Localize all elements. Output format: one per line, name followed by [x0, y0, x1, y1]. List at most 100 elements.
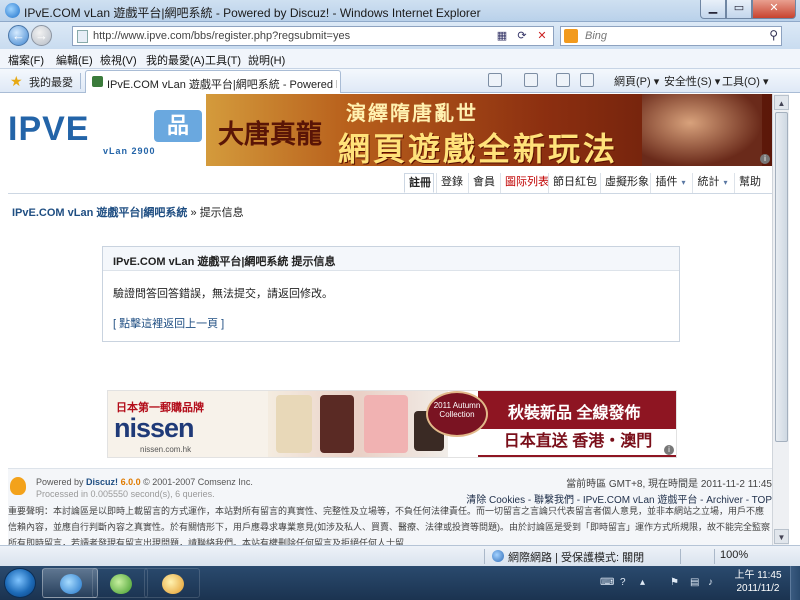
back-link[interactable]: [ 點擊這裡返回上一頁 ] [113, 315, 224, 331]
forward-button[interactable]: → [31, 25, 52, 46]
compat-view-icon[interactable]: ▦ [493, 28, 511, 44]
menu-edit[interactable]: 編輯(E) [56, 52, 93, 68]
favorites-star-icon[interactable]: ★ [10, 73, 23, 90]
browser-tab[interactable]: IPvE.COM vLan 遊戲平台|網吧系統 - Powered b... [85, 70, 341, 93]
discuz-bulb-icon [10, 477, 26, 495]
divider [80, 73, 81, 89]
help-icon[interactable]: ? [620, 577, 626, 588]
ie-logo-icon [5, 3, 20, 18]
flag-icon[interactable]: ⚑ [670, 577, 679, 588]
feeds-icon[interactable] [524, 73, 538, 87]
site-favicon-icon [92, 76, 103, 87]
dress-image [276, 395, 312, 453]
ad-info-icon[interactable]: i [664, 445, 674, 455]
nav-list[interactable]: 圖际列表 [500, 173, 549, 193]
breadcrumb: IPvE.COM vLan 遊戲平台|網吧系統 » 提示信息 [12, 204, 244, 220]
site-banner: IPVE 品 vLan 2900 大唐真龍 演繹隋唐亂世 網頁遊戲全新玩法 i [8, 94, 772, 166]
powered-by: Powered by Discuz! 6.0.0 © 2001-2007 Com… [36, 477, 253, 487]
refresh-icon[interactable]: ⟳ [513, 28, 531, 44]
taskbar: ⌨ ? ▴ ⚑ ▤ ♪ 上午 11:45 2011/11/2 [0, 566, 800, 600]
zoom-level[interactable]: 100% [720, 549, 748, 561]
tab-title: IPvE.COM vLan 遊戲平台|網吧系統 - Powered b... [107, 79, 337, 91]
nav-plugins[interactable]: 插件 ▾ [650, 173, 690, 193]
minimize-button[interactable]: ▁ [700, 0, 726, 19]
breadcrumb-current: 提示信息 [199, 207, 244, 219]
home-icon[interactable] [488, 73, 502, 87]
breadcrumb-home[interactable]: IPvE.COM vLan 遊戲平台|網吧系統 [12, 207, 187, 219]
tools-menu-button[interactable]: 工具(O) ▾ [722, 73, 768, 89]
keyboard-icon[interactable]: ⌨ [600, 577, 614, 588]
divider [714, 549, 715, 564]
game-ad-banner[interactable]: 大唐真龍 演繹隋唐亂世 網頁遊戲全新玩法 i [206, 94, 772, 166]
status-bar: 網際網路 | 受保護模式: 關閉 100% [0, 545, 800, 566]
search-placeholder[interactable]: Bing [585, 30, 607, 42]
tray-chevron-icon[interactable]: ▴ [640, 577, 645, 588]
logo-badge: 品 [154, 110, 202, 142]
internet-zone-icon [492, 550, 504, 562]
page-menu-button[interactable]: 網頁(P) ▾ [614, 73, 659, 89]
taskbar-paint-button[interactable] [144, 568, 200, 598]
menu-help[interactable]: 說明(H) [248, 52, 285, 68]
scroll-up-icon[interactable]: ▲ [774, 95, 789, 110]
ad2-site: nissen.com.hk [140, 445, 192, 454]
security-zone[interactable]: 網際網路 | 受保護模式: 關閉 [508, 549, 644, 565]
close-window-button[interactable]: ✕ [752, 0, 796, 19]
chevron-down-icon: ▾ [681, 178, 686, 187]
safety-menu-button[interactable]: 安全性(S) ▾ [664, 73, 720, 89]
taskbar-messenger-button[interactable] [92, 568, 148, 598]
nissen-logo-panel: 日本第一郵購品牌 nissen nissen.com.hk [108, 391, 268, 457]
ad-character-image [642, 94, 762, 166]
nav-avatar[interactable]: 虛擬形象 [600, 173, 649, 193]
ad2-subline: 日本直送 香港・澳門 [478, 429, 676, 455]
discuz-link[interactable]: Discuz! [86, 477, 118, 487]
vertical-scrollbar[interactable]: ▲ ▼ [772, 94, 789, 545]
address-row: ← → http://www.ipve.com/bbs/register.php… [0, 22, 800, 49]
favorites-label[interactable]: 我的最愛 [29, 74, 73, 90]
taskbar-ie-button[interactable] [42, 568, 98, 598]
ad-info-icon[interactable]: i [760, 154, 770, 164]
shorts-image [320, 395, 354, 453]
menu-tools[interactable]: 工具(T) [205, 52, 241, 68]
nav-help[interactable]: 幫助 [734, 173, 764, 193]
network-icon[interactable]: ▤ [690, 577, 699, 588]
ad-brand: 大唐真龍 [218, 120, 323, 150]
nav-red-packet[interactable]: 節日紅包 [548, 173, 597, 193]
ad-headline-2: 網頁遊戲全新玩法 [338, 130, 619, 166]
clothing-images [268, 391, 448, 457]
page-icon [77, 30, 88, 43]
ad2-text-panel: 秋裝新品 全線發佈 日本直送 香港・澳門 [478, 391, 676, 457]
processed-info: Processed in 0.005550 second(s), 6 queri… [36, 489, 215, 499]
stop-icon[interactable]: ✕ [533, 28, 551, 44]
print-icon[interactable] [580, 73, 594, 87]
maximize-button[interactable]: ▭ [726, 0, 752, 19]
back-button[interactable]: ← [8, 25, 29, 46]
nav-register[interactable]: 註冊 [404, 173, 434, 193]
window-title: IPvE.COM vLan 遊戲平台|網吧系統 - Powered by Dis… [24, 6, 481, 20]
show-desktop-button[interactable] [790, 566, 800, 600]
start-button[interactable] [4, 568, 36, 598]
favorites-bar: ★ 我的最愛 IPvE.COM vLan 遊戲平台|網吧系統 - Powered… [0, 69, 800, 93]
nissen-ad-banner[interactable]: 日本第一郵購品牌 nissen nissen.com.hk 秋裝新品 全線發佈 … [107, 390, 677, 458]
chevron-down-icon: ▾ [723, 178, 728, 187]
mail-icon[interactable] [556, 73, 570, 87]
menu-favorites[interactable]: 我的最愛(A) [146, 52, 205, 68]
site-logo[interactable]: IPVE 品 vLan 2900 [8, 100, 206, 162]
search-icon[interactable]: ⚲ [769, 28, 778, 42]
nav-plugins-label: 插件 [655, 176, 678, 188]
address-bar[interactable]: http://www.ipve.com/bbs/register.php?reg… [72, 26, 554, 46]
taskbar-clock[interactable]: 上午 11:45 2011/11/2 [728, 569, 788, 595]
menu-view[interactable]: 檢視(V) [100, 52, 137, 68]
nav-stats[interactable]: 統計 ▾ [692, 173, 732, 193]
messenger-icon [110, 574, 132, 594]
scroll-down-icon[interactable]: ▼ [774, 529, 789, 544]
search-box[interactable]: Bing ⚲ [560, 26, 782, 46]
menu-file[interactable]: 檔案(F) [8, 52, 44, 68]
nav-members[interactable]: 會員 [468, 173, 498, 193]
clock-time: 上午 11:45 [734, 570, 782, 581]
volume-icon[interactable]: ♪ [708, 577, 713, 588]
logo-text: IPVE [8, 110, 90, 148]
nav-login[interactable]: 登錄 [436, 173, 466, 193]
scroll-thumb[interactable] [775, 112, 788, 442]
ad2-headline: 秋裝新品 全線發佈 [508, 405, 641, 422]
address-url[interactable]: http://www.ipve.com/bbs/register.php?reg… [93, 30, 350, 42]
